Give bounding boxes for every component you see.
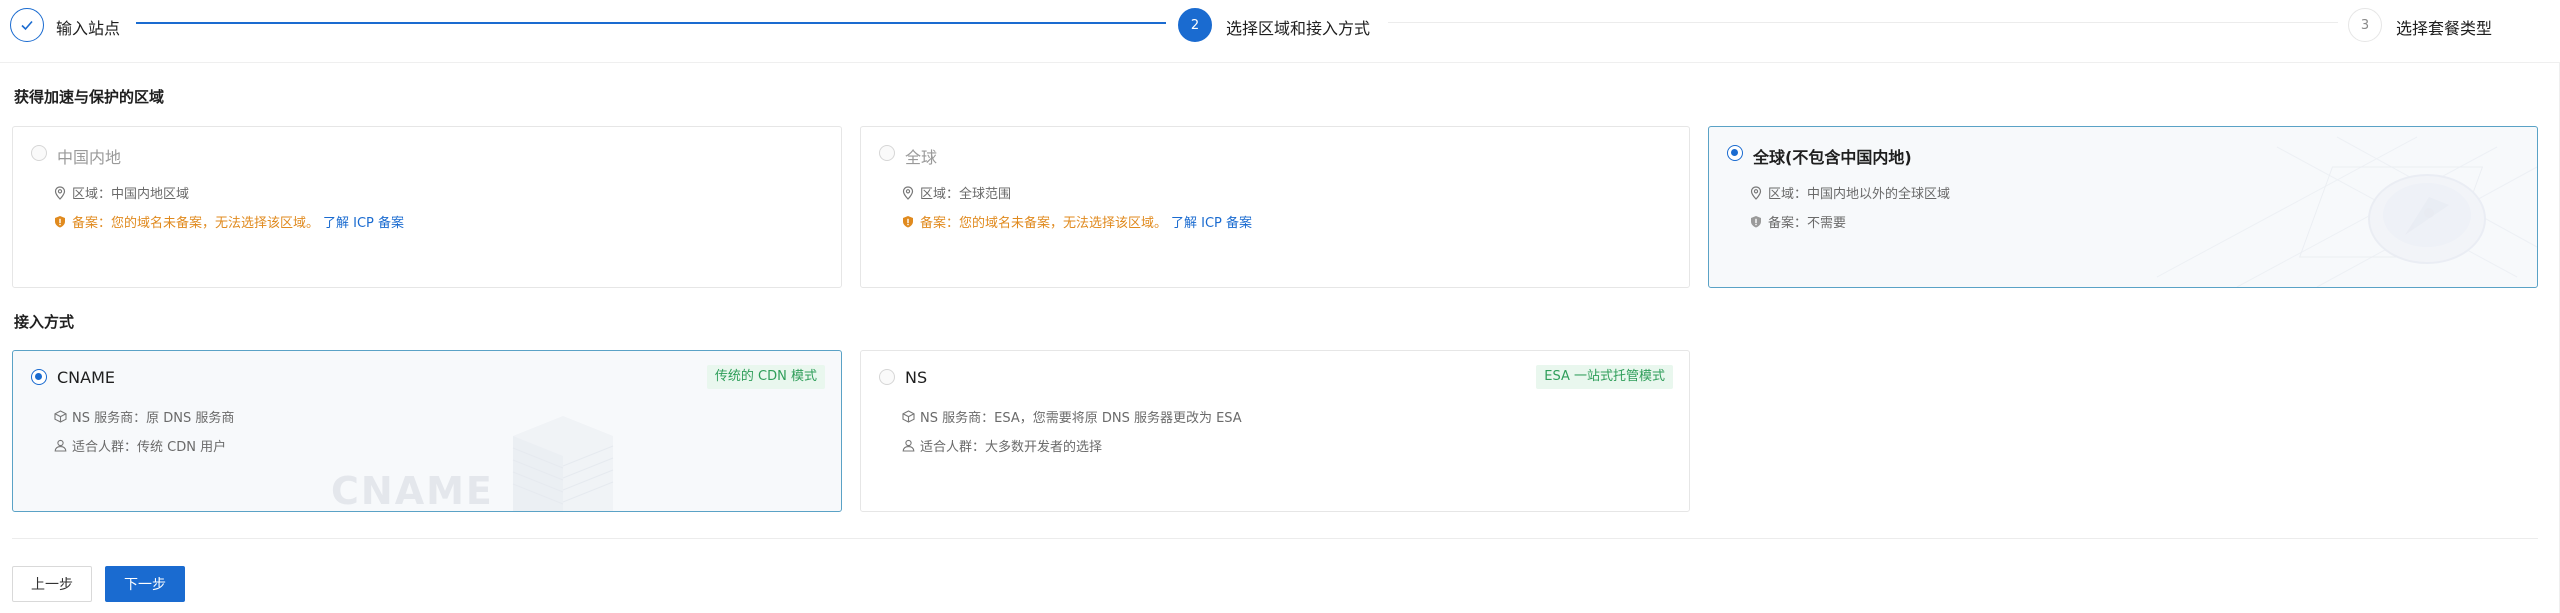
access-ns-tag: ESA 一站式托管模式 [1536,365,1673,389]
user-icon [901,439,915,453]
region-card-global[interactable]: 全球 区域：全球范围 备案：您的域名未备案，无法选择该区域。 了解 ICP 备案 [860,126,1690,288]
step-3-label: 选择套餐类型 [2396,19,2493,38]
step-2-number: 2 [1178,8,1212,42]
region-mainland-title: 中国内地 [57,148,122,167]
location-pin-icon [901,185,915,200]
icp-learn-more-link[interactable]: 了解 ICP 备案 [323,212,404,231]
access-cname-audience: 适合人群：传统 CDN 用户 [72,440,227,455]
step-1-check-icon [10,8,44,42]
access-section-title: 接入方式 [14,313,75,331]
region-global-radio[interactable] [879,145,895,161]
shield-warning-icon [901,215,915,229]
step-connector-2 [1388,22,2338,23]
region-mainland-area: 区域：中国内地区域 [72,187,190,202]
region-global-area: 区域：全球范围 [920,187,1012,202]
access-ns-audience: 适合人群：大多数开发者的选择 [920,440,1103,455]
region-global-icp: 备案：您的域名未备案，无法选择该区域。 [920,216,1168,231]
step-2-label: 选择区域和接入方式 [1226,19,1371,38]
location-pin-icon [1749,185,1763,200]
access-card-ns[interactable]: NS ESA 一站式托管模式 NS 服务商：ESA，您需要将原 DNS 服务器更… [860,350,1690,512]
compass-watermark-icon [2156,136,2537,287]
region-global-excl-mainland-title: 全球(不包含中国内地) [1753,148,1912,167]
region-mainland-radio[interactable] [31,145,47,161]
access-cname-title: CNAME [57,368,115,387]
region-global-excl-mainland-radio[interactable] [1727,145,1743,161]
next-step-button[interactable]: 下一步 [105,566,185,602]
region-global-excl-mainland-area: 区域：中国内地以外的全球区域 [1768,187,1951,202]
access-cname-tag: 传统的 CDN 模式 [706,365,825,389]
cube-icon [901,410,915,424]
icp-learn-more-link[interactable]: 了解 ICP 备案 [1171,212,1252,231]
user-icon [53,439,67,453]
stepper: 输入站点 2 选择区域和接入方式 3 选择套餐类型 [0,0,2560,52]
access-card-cname[interactable]: CNAME CNAME 传统的 CDN 模式 NS 服务商：原 DNS 服务商 … [12,350,842,512]
access-cname-ns: NS 服务商：原 DNS 服务商 [72,411,235,426]
cname-watermark-text: CNAME [331,469,494,512]
footer-divider [12,538,2538,539]
step-connector-1 [136,22,1166,24]
server-stack-watermark-icon [512,416,614,511]
step-1-label: 输入站点 [56,19,121,38]
page: 输入站点 2 选择区域和接入方式 3 选择套餐类型 获得加速与保护的区域 中国内… [0,0,2560,613]
access-ns-title: NS [905,368,928,387]
step-3-number: 3 [2348,8,2382,42]
shield-icon [1749,215,1763,229]
region-card-global-excl-mainland[interactable]: 全球(不包含中国内地) 区域：中国内地以外的全球区域 备案：不需要 [1708,126,2538,288]
access-ns-ns: NS 服务商：ESA，您需要将原 DNS 服务器更改为 ESA [920,411,1242,426]
location-pin-icon [53,185,67,200]
region-card-mainland[interactable]: 中国内地 区域：中国内地区域 备案：您的域名未备案，无法选择该区域。 了解 IC… [12,126,842,288]
access-cname-radio[interactable] [31,369,47,385]
prev-step-button[interactable]: 上一步 [12,566,92,602]
region-global-title: 全球 [905,148,938,167]
cube-icon [53,410,67,424]
shield-warning-icon [53,215,67,229]
access-ns-radio[interactable] [879,369,895,385]
region-mainland-icp: 备案：您的域名未备案，无法选择该区域。 [72,216,320,231]
region-section-title: 获得加速与保护的区域 [14,88,165,106]
region-global-excl-mainland-icp: 备案：不需要 [1768,216,1847,231]
